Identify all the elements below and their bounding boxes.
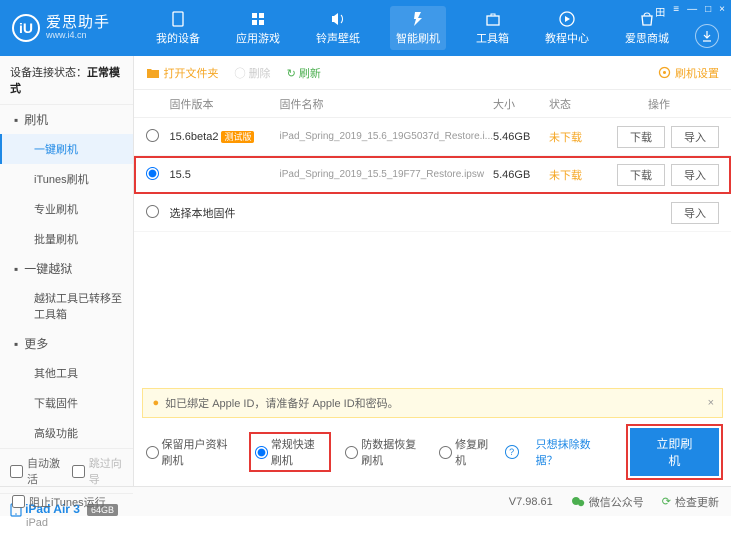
help-icon[interactable] xyxy=(505,445,522,459)
version-label: V7.98.61 xyxy=(509,496,553,508)
app-name: 爱思助手 xyxy=(46,15,110,32)
win-control[interactable]: — xyxy=(687,4,697,19)
win-control[interactable]: 田 xyxy=(655,4,665,19)
sidebar: 设备连接状态：正常模式 ▪刷机一键刷机iTunes刷机专业刷机批量刷机▪一键越狱… xyxy=(0,56,134,486)
flash-icon xyxy=(409,10,427,28)
ringtone-icon xyxy=(329,10,347,28)
sidebar-section-head[interactable]: ▪刷机 xyxy=(0,105,133,134)
sidebar-item[interactable]: 高级功能 xyxy=(0,418,133,448)
app-logo: iU 爱思助手 www.i4.cn xyxy=(12,14,110,42)
refresh-button[interactable]: ↻ 刷新 xyxy=(287,65,321,81)
erase-only-link[interactable]: 只想抹除数据？ xyxy=(536,436,602,468)
wechat-link[interactable]: 微信公众号 xyxy=(571,494,644,510)
nav-apps[interactable]: 应用游戏 xyxy=(230,6,286,50)
device-icon xyxy=(169,10,187,28)
flash-options: 保留用户资料刷机 常规快速刷机 防数据恢复刷机 修复刷机 只想抹除数据？ 立即刷… xyxy=(134,418,731,486)
nav-ringtone[interactable]: 铃声壁纸 xyxy=(310,6,366,50)
nav-tutorial[interactable]: 教程中心 xyxy=(539,6,595,50)
nav-flash[interactable]: 智能刷机 xyxy=(390,6,446,50)
window-controls: 田 ≡ — □ × xyxy=(655,4,725,19)
close-warning-button[interactable]: × xyxy=(708,397,714,409)
sidebar-item[interactable]: 一键刷机 xyxy=(0,134,133,164)
local-firmware-row: 选择本地固件 导入 xyxy=(134,194,731,232)
block-itunes-checkbox[interactable]: 阻止iTunes运行 xyxy=(12,494,106,510)
auto-activate-label: 自动激活 xyxy=(27,455,61,487)
win-control[interactable]: × xyxy=(719,4,725,19)
opt-normal-flash[interactable]: 常规快速刷机 xyxy=(249,432,331,472)
flash-settings-button[interactable]: 刷机设置 xyxy=(658,65,719,81)
connection-status: 设备连接状态：正常模式 xyxy=(0,56,133,105)
sidebar-item[interactable]: 批量刷机 xyxy=(0,224,133,254)
import-button[interactable]: 导入 xyxy=(671,126,719,148)
titlebar: iU 爱思助手 www.i4.cn 我的设备应用游戏铃声壁纸智能刷机工具箱教程中… xyxy=(0,0,731,56)
toolbox-icon xyxy=(484,10,502,28)
open-folder-button[interactable]: 打开文件夹 xyxy=(146,65,219,81)
sidebar-item[interactable]: 其他工具 xyxy=(0,358,133,388)
opt-repair-flash[interactable]: 修复刷机 xyxy=(439,436,491,468)
fw-radio[interactable] xyxy=(146,129,159,142)
nav-toolbox[interactable]: 工具箱 xyxy=(470,6,515,50)
main-nav: 我的设备应用游戏铃声壁纸智能刷机工具箱教程中心爱思商城 xyxy=(150,6,675,50)
appleid-warning: ● 如已绑定 Apple ID，请准备好 Apple ID和密码。 × xyxy=(142,388,724,418)
win-control[interactable]: □ xyxy=(705,4,711,19)
local-fw-radio[interactable] xyxy=(146,205,159,218)
import-button[interactable]: 导入 xyxy=(671,202,719,224)
section-icon: ▪ xyxy=(14,337,18,351)
flash-now-button[interactable]: 立即刷机 xyxy=(630,428,719,476)
warning-icon: ● xyxy=(153,397,160,409)
apps-icon xyxy=(249,10,267,28)
import-button[interactable]: 导入 xyxy=(671,164,719,186)
sidebar-item[interactable]: 越狱工具已转移至工具箱 xyxy=(0,283,133,329)
download-button[interactable]: 下载 xyxy=(617,164,665,186)
nav-device[interactable]: 我的设备 xyxy=(150,6,206,50)
sidebar-section-head[interactable]: ▪更多 xyxy=(0,329,133,358)
store-icon xyxy=(638,10,656,28)
toolbar: 打开文件夹 ◯ 删除 ↻ 刷新 刷机设置 xyxy=(134,56,731,90)
sidebar-item[interactable]: 专业刷机 xyxy=(0,194,133,224)
section-icon: ▪ xyxy=(14,113,18,127)
sidebar-item[interactable]: 下载固件 xyxy=(0,388,133,418)
download-manager-button[interactable] xyxy=(695,24,719,48)
table-header: 固件版本 固件名称 大小 状态 操作 xyxy=(134,90,731,118)
opt-keep-data[interactable]: 保留用户资料刷机 xyxy=(146,436,235,468)
fw-radio[interactable] xyxy=(146,167,159,180)
section-icon: ▪ xyxy=(14,262,18,276)
firmware-row[interactable]: 15.6beta2测试版iPad_Spring_2019_15.6_19G503… xyxy=(134,118,731,156)
opt-anti-recovery[interactable]: 防数据恢复刷机 xyxy=(345,436,425,468)
delete-button[interactable]: ◯ 删除 xyxy=(235,65,271,81)
win-control[interactable]: ≡ xyxy=(673,4,679,19)
tutorial-icon xyxy=(558,10,576,28)
firmware-row[interactable]: 15.5iPad_Spring_2019_15.5_19F77_Restore.… xyxy=(134,156,731,194)
main-panel: 打开文件夹 ◯ 删除 ↻ 刷新 刷机设置 固件版本 固件名称 大小 状态 操作 … xyxy=(134,56,731,486)
skip-guide-label: 跳过向导 xyxy=(89,455,123,487)
sidebar-section-head[interactable]: ▪一键越狱 xyxy=(0,254,133,283)
sidebar-item[interactable]: iTunes刷机 xyxy=(0,164,133,194)
skip-guide-checkbox[interactable] xyxy=(72,465,85,478)
check-update-link[interactable]: ⟳检查更新 xyxy=(662,494,719,510)
app-url: www.i4.cn xyxy=(46,31,110,41)
download-button[interactable]: 下载 xyxy=(617,126,665,148)
auto-activate-checkbox[interactable] xyxy=(10,465,23,478)
logo-icon: iU xyxy=(12,14,40,42)
